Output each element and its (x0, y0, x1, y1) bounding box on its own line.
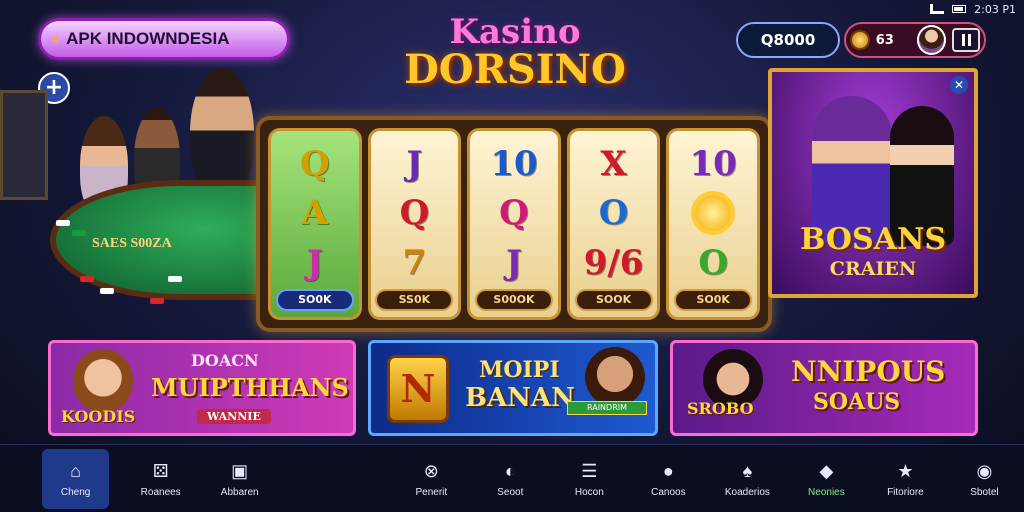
coin-balance[interactable]: Q8000 (736, 22, 840, 58)
banner-character (585, 347, 645, 407)
slot-reel: X O 9/6 SOOK (566, 128, 661, 320)
reel-value: S00OK (474, 288, 553, 311)
promo-title: BOSANS (799, 222, 947, 257)
back-label: APK INDOWNDESIA (66, 29, 230, 48)
chevron-left-icon: ‹ (51, 26, 61, 52)
banner-3-line-3: SROBO (687, 399, 754, 418)
reel-symbol: Q (299, 144, 330, 184)
banner-character (73, 349, 133, 413)
banner-2-line-1: MOIPI (479, 357, 560, 383)
slot-machine[interactable]: Q A J SO0K J Q 7 SS0K 10 Q J S00OK X O 9/6 SOOK 10 O SO0K (256, 116, 772, 332)
banner-2-ribbon: RAINDRIM (567, 401, 647, 415)
nav-label: Seoot (497, 487, 524, 498)
bonus-promo-panel[interactable]: ✕ BOSANS CRAIEN (768, 68, 978, 298)
logo-line-2: DORSINO (404, 46, 626, 93)
dice-icon: ⚄ (152, 460, 169, 481)
nav-label: Sbotel (970, 487, 999, 498)
promo-subtitle: CRAIEN (829, 258, 917, 280)
back-button[interactable]: ‹ APK INDOWNDESIA (38, 18, 290, 60)
banner-3-line-2: SOAUS (813, 389, 901, 415)
nav-item-9[interactable]: ★ Fitoriore (866, 449, 945, 509)
table-label: SAES S00ZA (92, 236, 172, 251)
ball-icon: ● (662, 460, 674, 481)
nav-item-6[interactable]: ● Canoos (629, 449, 708, 509)
slot-reel: Q A J SO0K (268, 128, 362, 320)
signal-icon (930, 4, 945, 14)
gem-icon (850, 30, 870, 50)
slot-reel: 10 Q J S00OK (467, 128, 561, 320)
nav-label: Penerit (415, 487, 448, 498)
nav-label: Canoos (651, 487, 686, 498)
nav-label: Neonies (808, 487, 845, 498)
nav-item-8[interactable]: ◆ Neonies (787, 449, 866, 509)
reel-symbol: Q (499, 193, 529, 234)
battery-icon (952, 5, 967, 13)
status-time: 2:03 P1 (974, 2, 1016, 16)
reel-symbol: A (301, 193, 328, 234)
nav-label: Abbaren (220, 487, 259, 498)
banner-2-line-2: BANAN (465, 383, 575, 413)
banner-1-tag: WANNIE (197, 409, 271, 424)
banner-banan[interactable]: N MOIPI BANAN RAINDRIM (368, 340, 658, 436)
banner-1-line-2: MUIPTHHANS (151, 373, 349, 402)
nav-item-0[interactable]: ⌂ Cheng (42, 448, 110, 509)
bag-icon: ▣ (231, 460, 249, 481)
star-icon: ★ (897, 460, 914, 481)
compass-icon: ⊗ (423, 460, 439, 481)
profile-bar: 63 (844, 22, 986, 58)
menu-button[interactable] (952, 28, 980, 52)
banner-1-line-3: KOODIS (61, 407, 136, 426)
home-icon: ⌂ (70, 460, 82, 481)
nav-item-4[interactable]: ◐ Seoot (471, 449, 550, 509)
list-icon: ☰ (581, 460, 598, 481)
nav-item-7[interactable]: ♠ Koaderios (708, 449, 787, 509)
reel-symbol: 9/6 (583, 242, 644, 283)
reel-symbol: J (406, 144, 423, 184)
reel-symbol: O (598, 193, 629, 234)
nav-label: Fitoriore (887, 487, 924, 498)
status-bar: 2:03 P1 (930, 0, 1016, 18)
banner-multiplayer[interactable]: DOACN MUIPTHHANS KOODIS WANNIE (48, 340, 356, 436)
banner-1-line-1: DOACN (191, 351, 259, 370)
reel-value: SS0K (375, 288, 454, 311)
gem-count: 63 (875, 32, 894, 48)
nav-item-3[interactable]: ⊗ Penerit (392, 449, 471, 509)
gift-icon: ◆ (819, 460, 834, 481)
reel-symbol: 7 (402, 242, 427, 283)
shop-icon: ◉ (976, 460, 993, 481)
reel-symbol: Q (399, 193, 430, 234)
reel-value: SOOK (574, 288, 653, 311)
banner-2-tile: N (387, 355, 449, 423)
cards-icon: ♠ (742, 460, 753, 481)
game-logo: Kasino DORSINO (400, 12, 630, 93)
reel-symbol: J (306, 242, 323, 283)
poker-table-scene (0, 68, 310, 330)
banner-3-line-1: NNIPOUS (791, 355, 946, 388)
bottom-nav: ⌂ Cheng ⚄ Roanees ▣ Abbaren ⊗ Penerit ◐ Seoot ☰ Hoc… (0, 444, 1024, 512)
reel-symbol: 10 (490, 144, 538, 184)
nav-label: Hocon (574, 487, 604, 498)
slot-reel: J Q 7 SS0K (367, 128, 462, 320)
reel-symbol: X (600, 144, 627, 184)
player-hat (190, 68, 254, 198)
nav-label: Cheng (60, 487, 91, 498)
nav-item-10[interactable]: ◉ Sbotel (945, 449, 1024, 509)
close-icon[interactable]: ✕ (950, 76, 968, 94)
globe-icon: ◐ (504, 460, 516, 481)
nav-item-5[interactable]: ☰ Hocon (550, 449, 629, 509)
slot-reel: 10 O SO0K (666, 128, 760, 320)
reel-symbol: J (505, 242, 523, 283)
sun-icon (695, 195, 732, 232)
nav-item-1[interactable]: ⚄ Roanees (121, 449, 200, 509)
reel-value: SO0K (674, 288, 753, 311)
nav-label: Koaderios (724, 487, 770, 498)
banner-bonus[interactable]: NNIPOUS SOAUS SROBO (670, 340, 978, 436)
nav-label: Roanees (140, 487, 181, 498)
reel-symbol: 10 (689, 144, 737, 184)
reel-symbol: O (698, 242, 728, 283)
reel-value: SO0K (275, 288, 354, 311)
nav-item-2[interactable]: ▣ Abbaren (200, 449, 279, 509)
avatar[interactable] (916, 25, 947, 55)
